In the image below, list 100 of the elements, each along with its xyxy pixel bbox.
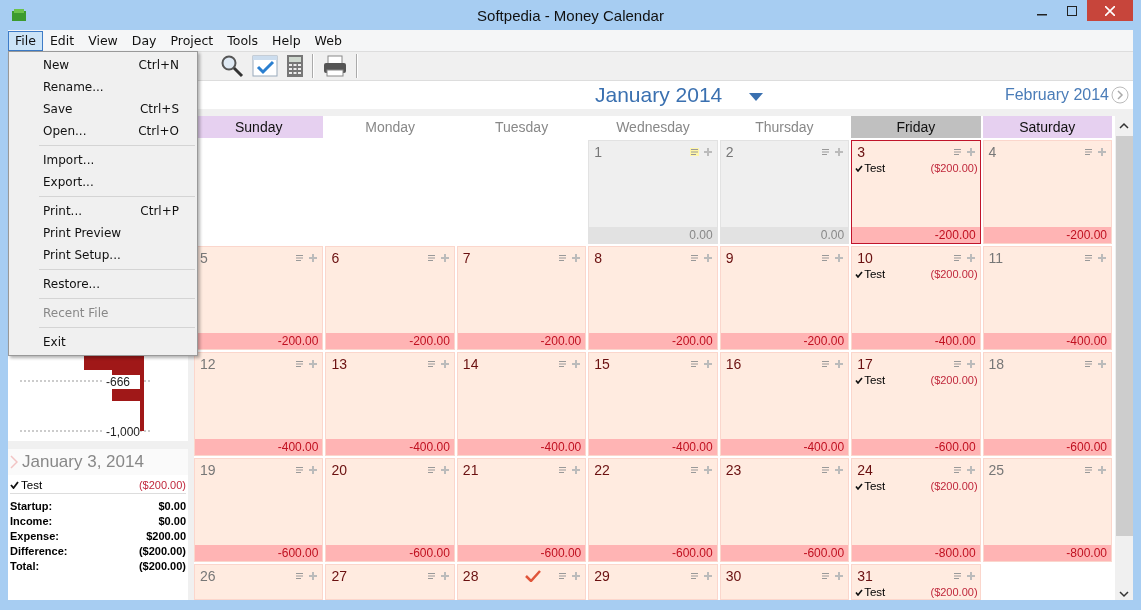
day-cell[interactable]: 28 — [456, 564, 587, 600]
menu-item[interactable]: Project — [163, 30, 221, 51]
day-cell[interactable]: 13 -400.00 — [325, 352, 455, 456]
note-icon[interactable] — [952, 360, 962, 368]
menu-entry[interactable]: Restore... — [9, 273, 197, 295]
add-icon[interactable] — [309, 360, 318, 368]
entry-label[interactable]: Test — [864, 479, 886, 493]
add-icon[interactable] — [835, 254, 844, 262]
note-icon[interactable] — [952, 466, 962, 474]
note-icon[interactable] — [821, 360, 831, 368]
note-icon[interactable] — [1084, 254, 1093, 262]
add-icon[interactable] — [1098, 148, 1106, 156]
menu-item[interactable]: File — [8, 30, 43, 51]
note-icon[interactable] — [295, 572, 305, 580]
day-cell[interactable]: 26 — [194, 564, 324, 600]
menu-entry[interactable]: Import... — [9, 149, 197, 171]
entry-label[interactable]: Test — [864, 267, 886, 281]
day-cell[interactable]: 21 -600.00 — [456, 458, 587, 562]
day-cell[interactable]: 23 -600.00 — [719, 458, 850, 562]
day-cell[interactable]: 11 -400.00 — [982, 246, 1112, 350]
add-icon[interactable] — [703, 254, 712, 262]
menu-entry[interactable]: Save Ctrl+S — [9, 98, 197, 120]
menu-entry[interactable]: Rename... — [9, 76, 197, 98]
scrollbar-thumb[interactable] — [1115, 136, 1133, 536]
menu-entry[interactable]: Print Setup... — [9, 244, 197, 266]
add-icon[interactable] — [966, 148, 975, 156]
note-icon[interactable] — [952, 148, 962, 156]
add-icon[interactable] — [966, 254, 975, 262]
day-cell[interactable]: 30 — [719, 564, 850, 600]
add-icon[interactable] — [835, 148, 844, 156]
add-icon[interactable] — [572, 466, 581, 474]
note-icon[interactable] — [426, 572, 436, 580]
day-cell[interactable]: 27 — [325, 564, 455, 600]
add-icon[interactable] — [309, 572, 318, 580]
day-cell[interactable]: 12 -400.00 — [194, 352, 324, 456]
add-icon[interactable] — [309, 466, 318, 474]
note-icon[interactable] — [426, 254, 436, 262]
note-icon[interactable] — [1084, 148, 1093, 156]
menu-item[interactable]: Day — [124, 30, 164, 51]
day-cell[interactable]: 19 -600.00 — [194, 458, 324, 562]
add-icon[interactable] — [835, 572, 844, 580]
day-cell[interactable]: 7 -200.00 — [456, 246, 587, 350]
add-icon[interactable] — [572, 360, 581, 368]
note-icon[interactable] — [426, 466, 436, 474]
vertical-scrollbar[interactable] — [1115, 116, 1133, 600]
note-icon[interactable] — [1084, 360, 1093, 368]
day-cell[interactable]: 8 -200.00 — [588, 246, 718, 350]
day-cell[interactable]: 4 -200.00 — [982, 140, 1112, 244]
menu-entry[interactable]: Open... Ctrl+O — [9, 120, 197, 142]
note-icon[interactable] — [821, 572, 831, 580]
add-icon[interactable] — [572, 572, 581, 580]
menu-entry[interactable]: Print Preview — [9, 222, 197, 244]
menu-item[interactable]: Web — [307, 30, 349, 51]
note-icon[interactable] — [952, 254, 962, 262]
menu-item[interactable]: Tools — [220, 30, 266, 51]
add-icon[interactable] — [1098, 360, 1106, 368]
note-icon[interactable] — [689, 572, 699, 580]
add-icon[interactable] — [835, 466, 844, 474]
day-cell[interactable]: 9 -200.00 — [719, 246, 850, 350]
day-cell[interactable]: 22 -600.00 — [588, 458, 718, 562]
menu-entry[interactable]: Export... — [9, 171, 197, 193]
day-cell[interactable]: 17 Test ($200.00) -600.00 — [851, 352, 981, 456]
add-icon[interactable] — [440, 360, 449, 368]
add-icon[interactable] — [703, 360, 712, 368]
note-icon[interactable] — [689, 254, 699, 262]
scroll-up-icon[interactable] — [1119, 122, 1129, 130]
day-cell[interactable]: 14 -400.00 — [456, 352, 587, 456]
entry-label[interactable]: Test — [864, 373, 886, 387]
dropdown-caret-icon[interactable] — [749, 93, 764, 101]
note-icon[interactable] — [821, 466, 831, 474]
day-cell[interactable]: 31 Test ($200.00) — [851, 564, 981, 600]
note-icon[interactable] — [689, 148, 699, 156]
day-cell[interactable]: 18 -600.00 — [982, 352, 1112, 456]
day-cell[interactable]: 20 -600.00 — [325, 458, 455, 562]
add-icon[interactable] — [966, 466, 975, 474]
menu-item[interactable]: View — [81, 30, 125, 51]
note-icon[interactable] — [558, 466, 568, 474]
day-cell[interactable]: 6 -200.00 — [325, 246, 455, 350]
add-icon[interactable] — [703, 466, 712, 474]
add-icon[interactable] — [703, 572, 712, 580]
note-icon[interactable] — [295, 360, 305, 368]
note-icon[interactable] — [821, 254, 831, 262]
add-icon[interactable] — [966, 572, 975, 580]
add-icon[interactable] — [440, 572, 449, 580]
day-cell[interactable]: 10 Test ($200.00) -400.00 — [851, 246, 981, 350]
close-button[interactable] — [1087, 0, 1133, 21]
day-cell[interactable]: 16 -400.00 — [719, 352, 850, 456]
search-icon[interactable] — [220, 54, 244, 78]
note-icon[interactable] — [821, 148, 831, 156]
note-icon[interactable] — [295, 466, 305, 474]
day-cell[interactable]: 1 0.00 — [588, 140, 718, 244]
note-icon[interactable] — [426, 360, 436, 368]
note-icon[interactable] — [952, 572, 962, 580]
printer-icon[interactable] — [322, 54, 348, 78]
note-icon[interactable] — [558, 254, 568, 262]
add-icon[interactable] — [1098, 254, 1106, 262]
note-icon[interactable] — [295, 254, 305, 262]
menu-item[interactable]: Edit — [42, 30, 82, 51]
day-cell[interactable]: 3 Test ($200.00) -200.00 — [851, 140, 981, 244]
note-icon[interactable] — [689, 466, 699, 474]
